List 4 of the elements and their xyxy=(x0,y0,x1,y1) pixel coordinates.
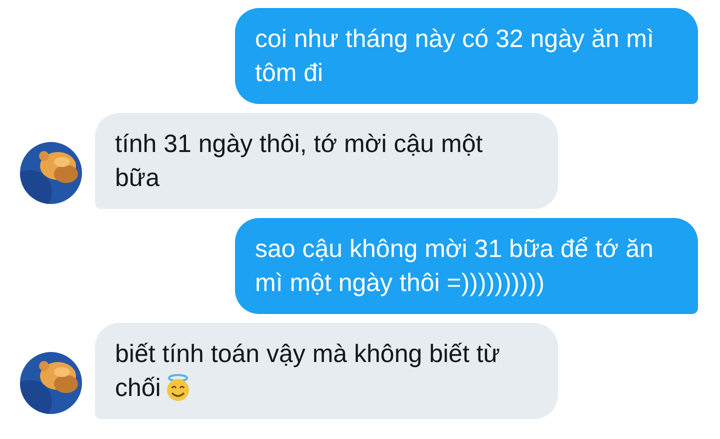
received-message: biết tính toán vậy mà không biết từ chối xyxy=(95,323,558,419)
sent-message: sao cậu không mời 31 bữa để tớ ăn mì một ngày thôi =)))))))))) xyxy=(235,218,698,314)
received-message: tính 31 ngày thôi, tớ mời cậu một bữa xyxy=(95,113,558,209)
sent-message: coi như tháng này có 32 ngày ăn mì tôm đi xyxy=(235,8,698,104)
